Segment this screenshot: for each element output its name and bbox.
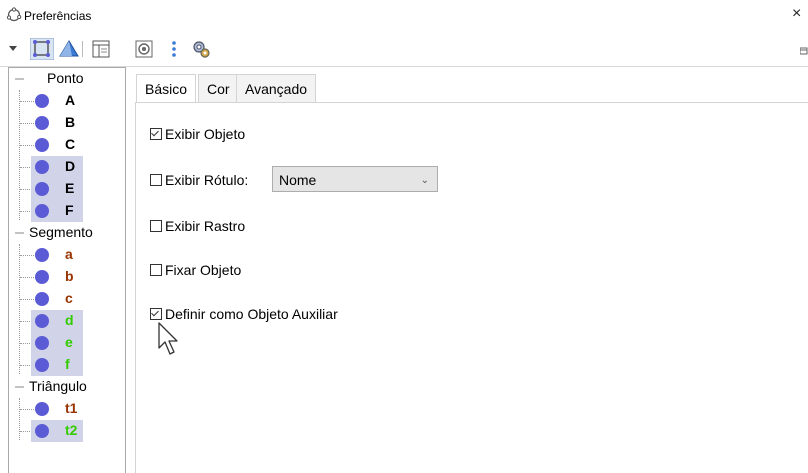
object-name: F: [65, 202, 74, 218]
tree-item[interactable]: E: [9, 178, 125, 200]
category-label: Segmento: [29, 224, 93, 240]
tree-category-ponto[interactable]: Ponto: [9, 68, 125, 90]
object-name: A: [65, 92, 76, 108]
title-bar: Preferências ×: [0, 0, 808, 32]
layout-icon[interactable]: [92, 38, 110, 60]
category-label: Triângulo: [29, 378, 87, 394]
object-name: e: [65, 334, 73, 350]
fix-object-option[interactable]: Fixar Objeto: [150, 262, 241, 282]
show-label-label: Exibir Rótulo:: [165, 172, 249, 188]
toolbar: [0, 32, 808, 67]
tree-item[interactable]: A: [9, 90, 125, 112]
collapse-icon[interactable]: [15, 232, 24, 234]
label-mode-select[interactable]: Nome ⌄: [272, 166, 438, 192]
object-name: b: [65, 268, 74, 284]
tab-avancado[interactable]: Avançado: [236, 74, 317, 103]
point-icon: [35, 94, 49, 108]
object-name: t2: [65, 422, 78, 438]
tree-item[interactable]: B: [9, 112, 125, 134]
settings-icon[interactable]: [190, 38, 212, 60]
show-label-option[interactable]: Exibir Rótulo:: [150, 172, 248, 192]
show-trace-option[interactable]: Exibir Rastro: [150, 218, 245, 238]
point-icon: [35, 138, 49, 152]
point-icon: [35, 424, 49, 438]
preferences-gear-icon: [6, 7, 22, 22]
tree-item[interactable]: a: [9, 244, 125, 266]
point-icon: [35, 358, 49, 372]
point-icon: [35, 182, 49, 196]
auxiliary-label: Definir como Objeto Auxiliar: [165, 306, 338, 322]
tree-item[interactable]: e: [9, 332, 125, 354]
basic-tab-panel: [135, 102, 808, 473]
point-icon: [35, 336, 49, 350]
label-mode-value: Nome: [279, 172, 317, 188]
object-name: t1: [65, 400, 78, 416]
panel-toggle-icon[interactable]: [799, 43, 808, 55]
object-name: c: [65, 290, 73, 306]
tree-item[interactable]: t1: [9, 398, 125, 420]
point-icon: [35, 314, 49, 328]
collapse-icon[interactable]: [15, 78, 24, 80]
tree-item[interactable]: C: [9, 134, 125, 156]
point-icon: [35, 116, 49, 130]
object-name: B: [65, 114, 76, 130]
tree-category-segmento[interactable]: Segmento: [9, 222, 125, 244]
auxiliary-checkbox[interactable]: [150, 308, 162, 320]
tree-item[interactable]: t2: [9, 420, 125, 442]
object-name: d: [65, 312, 74, 328]
tree-category-triangulo[interactable]: Triângulo: [9, 376, 125, 398]
tree-item[interactable]: d: [9, 310, 125, 332]
point-icon: [35, 248, 49, 262]
object-name: D: [65, 158, 76, 174]
fix-object-checkbox[interactable]: [150, 264, 162, 276]
show-trace-label: Exibir Rastro: [165, 218, 246, 234]
graphics-3d-icon[interactable]: [58, 38, 80, 60]
point-icon: [35, 402, 49, 416]
point-icon: [35, 270, 49, 284]
fix-object-label: Fixar Objeto: [165, 262, 242, 278]
show-object-label: Exibir Objeto: [165, 126, 246, 142]
object-name: C: [65, 136, 76, 152]
tree-item[interactable]: b: [9, 266, 125, 288]
category-label: Ponto: [47, 70, 84, 86]
show-object-checkbox[interactable]: [150, 128, 162, 140]
collapse-icon[interactable]: [15, 386, 24, 388]
object-name: a: [65, 246, 73, 262]
toolbar-separator: [82, 41, 84, 63]
mouse-cursor-icon: [158, 322, 178, 355]
window-title: Preferências: [24, 9, 92, 23]
tab-cor[interactable]: Cor: [198, 74, 239, 103]
show-label-checkbox[interactable]: [150, 174, 162, 186]
more-icon[interactable]: [170, 38, 178, 60]
object-name: E: [65, 180, 75, 196]
point-icon: [35, 292, 49, 306]
dropdown-arrow-icon[interactable]: [8, 38, 18, 60]
tree-item[interactable]: c: [9, 288, 125, 310]
object-tree[interactable]: Ponto A B C D E F Segmento a b c d e f T…: [8, 67, 126, 473]
tree-item[interactable]: D: [9, 156, 125, 178]
defaults-icon[interactable]: [134, 38, 154, 60]
show-object-option[interactable]: Exibir Objeto: [150, 126, 245, 146]
close-icon[interactable]: ×: [792, 5, 801, 23]
graphics-icon[interactable]: [30, 38, 54, 60]
point-icon: [35, 160, 49, 174]
tree-item[interactable]: f: [9, 354, 125, 376]
tree-item[interactable]: F: [9, 200, 125, 222]
tab-basico[interactable]: Básico: [136, 74, 197, 103]
point-icon: [35, 204, 49, 218]
object-name: f: [65, 356, 70, 372]
chevron-down-icon: ⌄: [420, 175, 429, 186]
show-trace-checkbox[interactable]: [150, 220, 162, 232]
